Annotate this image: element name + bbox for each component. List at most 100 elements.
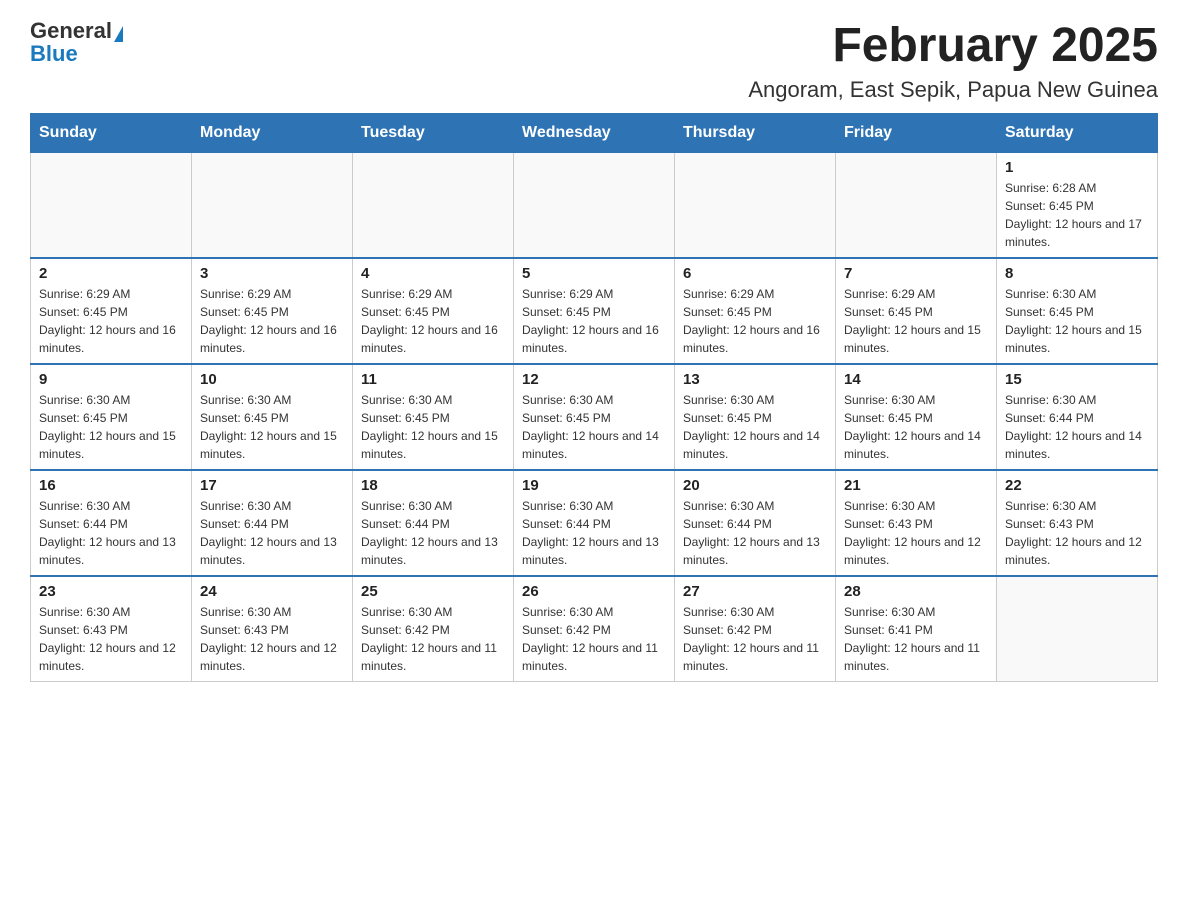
- table-row: 12 Sunrise: 6:30 AMSunset: 6:45 PMDayligh…: [514, 364, 675, 470]
- logo-triangle-icon: [114, 26, 123, 42]
- day-number: 10: [200, 371, 344, 388]
- table-row: [514, 152, 675, 258]
- table-row: 17 Sunrise: 6:30 AMSunset: 6:44 PMDayligh…: [192, 470, 353, 576]
- day-number: 4: [361, 265, 505, 282]
- calendar-week-row: 23Sunrise: 6:30 AMSunset: 6:43 PMDayligh…: [31, 576, 1158, 682]
- day-number: 17: [200, 477, 344, 494]
- table-row: 6 Sunrise: 6:29 AMSunset: 6:45 PMDaylight…: [675, 258, 836, 364]
- day-info: Sunrise: 6:29 AMSunset: 6:45 PMDaylight:…: [844, 285, 988, 357]
- day-number: 19: [522, 477, 666, 494]
- day-number: 11: [361, 371, 505, 388]
- day-number: 26: [522, 583, 666, 600]
- table-row: 27 Sunrise: 6:30 AMSunset: 6:42 PMDayligh…: [675, 576, 836, 682]
- day-info: Sunrise: 6:29 AMSunset: 6:45 PMDaylight:…: [200, 285, 344, 357]
- table-row: 24 Sunrise: 6:30 AMSunset: 6:43 PMDayligh…: [192, 576, 353, 682]
- day-number: 3: [200, 265, 344, 282]
- table-row: [836, 152, 997, 258]
- table-row: 14Sunrise: 6:30 AMSunset: 6:45 PMDayligh…: [836, 364, 997, 470]
- calendar-week-row: 9 Sunrise: 6:30 AMSunset: 6:45 PMDaylight…: [31, 364, 1158, 470]
- table-row: [353, 152, 514, 258]
- day-info: Sunrise: 6:30 AMSunset: 6:42 PMDaylight:…: [361, 603, 505, 675]
- day-info: Sunrise: 6:30 AMSunset: 6:45 PMDaylight:…: [200, 391, 344, 463]
- day-number: 5: [522, 265, 666, 282]
- day-info: Sunrise: 6:30 AMSunset: 6:44 PMDaylight:…: [683, 497, 827, 569]
- calendar-title: February 2025: [748, 20, 1158, 73]
- day-info: Sunrise: 6:30 AMSunset: 6:43 PMDaylight:…: [39, 603, 183, 675]
- table-row: [192, 152, 353, 258]
- weekday-header-row: Sunday Monday Tuesday Wednesday Thursday…: [31, 113, 1158, 152]
- table-row: 5 Sunrise: 6:29 AMSunset: 6:45 PMDaylight…: [514, 258, 675, 364]
- day-info: Sunrise: 6:30 AMSunset: 6:44 PMDaylight:…: [39, 497, 183, 569]
- day-info: Sunrise: 6:30 AMSunset: 6:43 PMDaylight:…: [1005, 497, 1149, 569]
- day-number: 27: [683, 583, 827, 600]
- header-monday: Monday: [192, 113, 353, 152]
- table-row: 1 Sunrise: 6:28 AMSunset: 6:45 PMDaylight…: [997, 152, 1158, 258]
- day-number: 16: [39, 477, 183, 494]
- table-row: 3 Sunrise: 6:29 AMSunset: 6:45 PMDaylight…: [192, 258, 353, 364]
- day-info: Sunrise: 6:29 AMSunset: 6:45 PMDaylight:…: [39, 285, 183, 357]
- table-row: 4 Sunrise: 6:29 AMSunset: 6:45 PMDaylight…: [353, 258, 514, 364]
- day-number: 9: [39, 371, 183, 388]
- day-info: Sunrise: 6:28 AMSunset: 6:45 PMDaylight:…: [1005, 179, 1149, 251]
- table-row: 23Sunrise: 6:30 AMSunset: 6:43 PMDayligh…: [31, 576, 192, 682]
- day-number: 15: [1005, 371, 1149, 388]
- day-number: 1: [1005, 159, 1149, 176]
- day-info: Sunrise: 6:30 AMSunset: 6:45 PMDaylight:…: [1005, 285, 1149, 357]
- day-info: Sunrise: 6:30 AMSunset: 6:42 PMDaylight:…: [683, 603, 827, 675]
- day-info: Sunrise: 6:30 AMSunset: 6:44 PMDaylight:…: [522, 497, 666, 569]
- day-info: Sunrise: 6:29 AMSunset: 6:45 PMDaylight:…: [683, 285, 827, 357]
- table-row: 19 Sunrise: 6:30 AMSunset: 6:44 PMDayligh…: [514, 470, 675, 576]
- logo-blue-line: Blue: [30, 43, 78, 66]
- day-number: 2: [39, 265, 183, 282]
- day-number: 7: [844, 265, 988, 282]
- logo-blue-text: Blue: [30, 41, 78, 66]
- table-row: 20 Sunrise: 6:30 AMSunset: 6:44 PMDayligh…: [675, 470, 836, 576]
- table-row: 8 Sunrise: 6:30 AMSunset: 6:45 PMDaylight…: [997, 258, 1158, 364]
- calendar-week-row: 16 Sunrise: 6:30 AMSunset: 6:44 PMDayligh…: [31, 470, 1158, 576]
- day-info: Sunrise: 6:30 AMSunset: 6:42 PMDaylight:…: [522, 603, 666, 675]
- header-sunday: Sunday: [31, 113, 192, 152]
- day-info: Sunrise: 6:30 AMSunset: 6:45 PMDaylight:…: [522, 391, 666, 463]
- day-info: Sunrise: 6:29 AMSunset: 6:45 PMDaylight:…: [522, 285, 666, 357]
- day-info: Sunrise: 6:30 AMSunset: 6:44 PMDaylight:…: [361, 497, 505, 569]
- table-row: 25 Sunrise: 6:30 AMSunset: 6:42 PMDayligh…: [353, 576, 514, 682]
- day-info: Sunrise: 6:30 AMSunset: 6:44 PMDaylight:…: [200, 497, 344, 569]
- day-info: Sunrise: 6:30 AMSunset: 6:45 PMDaylight:…: [39, 391, 183, 463]
- table-row: 26 Sunrise: 6:30 AMSunset: 6:42 PMDayligh…: [514, 576, 675, 682]
- table-row: 2 Sunrise: 6:29 AMSunset: 6:45 PMDaylight…: [31, 258, 192, 364]
- day-number: 22: [1005, 477, 1149, 494]
- day-number: 25: [361, 583, 505, 600]
- header-thursday: Thursday: [675, 113, 836, 152]
- day-number: 18: [361, 477, 505, 494]
- day-info: Sunrise: 6:29 AMSunset: 6:45 PMDaylight:…: [361, 285, 505, 357]
- header: General Blue February 2025 Angoram, East…: [30, 20, 1158, 103]
- header-tuesday: Tuesday: [353, 113, 514, 152]
- calendar-table: Sunday Monday Tuesday Wednesday Thursday…: [30, 113, 1158, 682]
- day-info: Sunrise: 6:30 AMSunset: 6:43 PMDaylight:…: [844, 497, 988, 569]
- day-number: 6: [683, 265, 827, 282]
- day-number: 24: [200, 583, 344, 600]
- table-row: [675, 152, 836, 258]
- day-info: Sunrise: 6:30 AMSunset: 6:45 PMDaylight:…: [844, 391, 988, 463]
- table-row: 7 Sunrise: 6:29 AMSunset: 6:45 PMDaylight…: [836, 258, 997, 364]
- day-info: Sunrise: 6:30 AMSunset: 6:43 PMDaylight:…: [200, 603, 344, 675]
- day-number: 20: [683, 477, 827, 494]
- table-row: 10 Sunrise: 6:30 AMSunset: 6:45 PMDayligh…: [192, 364, 353, 470]
- day-number: 8: [1005, 265, 1149, 282]
- logo-general-line: General: [30, 20, 123, 43]
- day-number: 21: [844, 477, 988, 494]
- logo-general-text: General: [30, 18, 112, 43]
- table-row: [31, 152, 192, 258]
- day-info: Sunrise: 6:30 AMSunset: 6:41 PMDaylight:…: [844, 603, 988, 675]
- day-number: 12: [522, 371, 666, 388]
- header-wednesday: Wednesday: [514, 113, 675, 152]
- day-info: Sunrise: 6:30 AMSunset: 6:45 PMDaylight:…: [361, 391, 505, 463]
- day-number: 13: [683, 371, 827, 388]
- day-info: Sunrise: 6:30 AMSunset: 6:45 PMDaylight:…: [683, 391, 827, 463]
- table-row: [997, 576, 1158, 682]
- calendar-week-row: 1 Sunrise: 6:28 AMSunset: 6:45 PMDaylight…: [31, 152, 1158, 258]
- table-row: 28 Sunrise: 6:30 AMSunset: 6:41 PMDayligh…: [836, 576, 997, 682]
- day-number: 28: [844, 583, 988, 600]
- header-saturday: Saturday: [997, 113, 1158, 152]
- table-row: 11 Sunrise: 6:30 AMSunset: 6:45 PMDayligh…: [353, 364, 514, 470]
